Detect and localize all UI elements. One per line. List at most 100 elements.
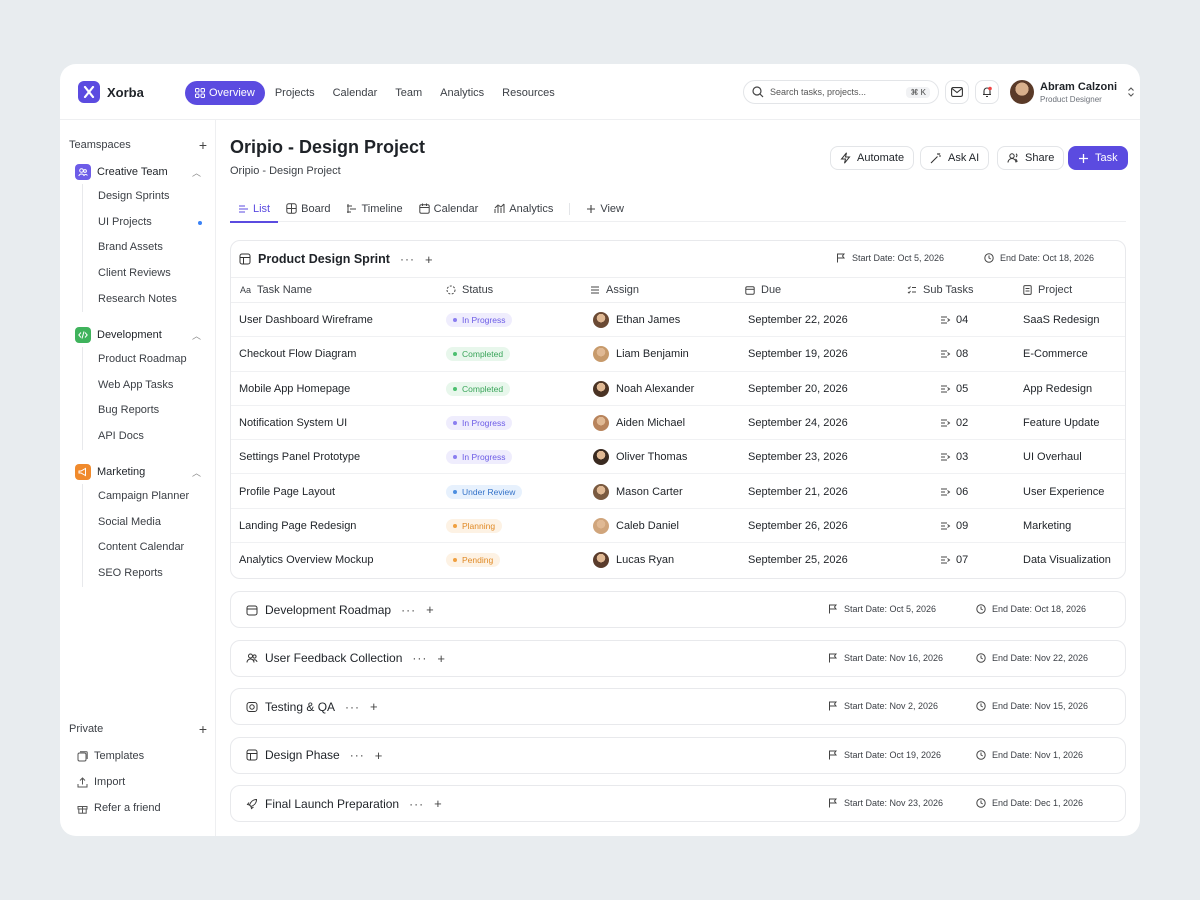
sidebar-item-client-reviews[interactable]: Client Reviews [83, 261, 202, 287]
task-name[interactable]: Notification System UI [239, 406, 347, 440]
sidebar-item-design-sprints[interactable]: Design Sprints [83, 184, 202, 210]
col-task-name[interactable]: Aa Task Name [240, 277, 312, 303]
more-options-icon[interactable]: ··· [400, 252, 415, 266]
ask-ai-button[interactable]: Ask AI [920, 146, 990, 170]
tab-timeline[interactable]: Timeline [338, 196, 410, 222]
automate-button[interactable]: Automate [830, 146, 915, 170]
table-row[interactable]: Checkout Flow Diagram Completed Liam Ben… [231, 337, 1125, 372]
status-badge[interactable]: Completed [446, 381, 511, 396]
more-options-icon[interactable]: ··· [345, 700, 360, 714]
sidebar-item-content-calendar[interactable]: Content Calendar [83, 535, 202, 561]
assignee-cell[interactable]: Ethan James [593, 303, 680, 337]
section-card[interactable]: Final Launch Preparation ··· + Start Dat… [230, 785, 1126, 823]
section-card[interactable]: Design Phase ··· + Start Date: Oct 19, 2… [230, 736, 1126, 774]
assignee-cell[interactable]: Oliver Thomas [593, 440, 687, 474]
status-badge[interactable]: In Progress [446, 450, 513, 465]
task-name[interactable]: Settings Panel Prototype [239, 440, 360, 474]
nav-projects[interactable]: Projects [267, 81, 323, 105]
add-icon[interactable]: + [434, 796, 442, 811]
nav-analytics[interactable]: Analytics [432, 81, 492, 105]
tab-board[interactable]: Board [278, 196, 338, 222]
add-icon[interactable]: + [370, 699, 378, 714]
subtasks-cell[interactable]: 07 [940, 543, 968, 577]
sidebar-item-ui-projects[interactable]: UI Projects [83, 210, 202, 236]
status-cell[interactable]: Completed [446, 372, 511, 406]
status-badge[interactable]: In Progress [446, 313, 513, 327]
task-name[interactable]: Analytics Overview Mockup [239, 543, 374, 577]
mail-button[interactable] [945, 80, 969, 104]
col-project[interactable]: Project [1023, 277, 1072, 303]
add-icon[interactable]: + [426, 602, 434, 617]
task-name[interactable]: User Dashboard Wireframe [239, 303, 373, 337]
task-name[interactable]: Landing Page Redesign [239, 509, 356, 543]
status-badge[interactable]: Completed [446, 347, 511, 362]
status-badge[interactable]: Pending [446, 553, 501, 568]
section-card[interactable]: User Feedback Collection ··· + Start Dat… [230, 639, 1126, 677]
sidebar-item-research-notes[interactable]: Research Notes [83, 287, 202, 313]
assignee-cell[interactable]: Lucas Ryan [593, 543, 674, 577]
status-badge[interactable]: In Progress [446, 415, 513, 430]
sidebar-item-refer[interactable]: Refer a friend [77, 802, 161, 814]
table-row[interactable]: Profile Page Layout Under Review Mason C… [231, 475, 1125, 509]
table-row[interactable]: Notification System UI In Progress Aiden… [231, 406, 1125, 441]
add-view-button[interactable]: View [578, 196, 632, 222]
col-subtasks[interactable]: Sub Tasks [907, 277, 974, 303]
sidebar-item-campaign-planner[interactable]: Campaign Planner [83, 484, 202, 510]
task-name[interactable]: Mobile App Homepage [239, 372, 350, 406]
task-name[interactable]: Profile Page Layout [239, 475, 335, 509]
tab-analytics[interactable]: Analytics [486, 196, 561, 222]
section-card[interactable]: Testing & QA ··· + Start Date: Nov 2, 20… [230, 688, 1126, 726]
sidebar-item-import[interactable]: Import [77, 776, 125, 788]
group-development[interactable]: Development ︿ [75, 327, 201, 343]
subtasks-cell[interactable]: 09 [940, 509, 968, 543]
subtasks-cell[interactable]: 02 [940, 406, 968, 440]
sidebar-item-product-roadmap[interactable]: Product Roadmap [83, 347, 202, 373]
status-cell[interactable]: Completed [446, 337, 511, 371]
status-cell[interactable]: Planning [446, 509, 503, 543]
group-marketing[interactable]: Marketing ︿ [75, 464, 201, 480]
tab-list[interactable]: List [230, 196, 279, 223]
group-creative-team[interactable]: Creative Team ︿ [75, 164, 201, 180]
sidebar-item-social-media[interactable]: Social Media [83, 510, 202, 536]
sidebar-item-templates[interactable]: Templates [77, 750, 144, 762]
status-cell[interactable]: Under Review [446, 475, 523, 509]
add-icon[interactable]: + [437, 651, 445, 666]
status-badge[interactable]: Under Review [446, 484, 523, 499]
assignee-cell[interactable]: Mason Carter [593, 475, 683, 509]
status-cell[interactable]: In Progress [446, 303, 513, 337]
subtasks-cell[interactable]: 03 [940, 440, 968, 474]
tab-calendar[interactable]: Calendar [411, 196, 487, 222]
share-button[interactable]: Share [997, 146, 1065, 170]
search-input[interactable]: Search tasks, projects... ⌘ K [743, 80, 939, 104]
col-assign[interactable]: Assign [590, 277, 639, 303]
status-cell[interactable]: In Progress [446, 406, 513, 440]
table-row[interactable]: User Dashboard Wireframe In Progress Eth… [231, 303, 1125, 338]
table-row[interactable]: Mobile App Homepage Completed Noah Alexa… [231, 372, 1125, 406]
assignee-cell[interactable]: Aiden Michael [593, 406, 685, 440]
user-menu[interactable]: Abram Calzoni Product Designer [1010, 80, 1135, 104]
nav-team[interactable]: Team [387, 81, 430, 105]
assignee-cell[interactable]: Caleb Daniel [593, 509, 679, 543]
add-icon[interactable]: + [375, 748, 383, 763]
more-options-icon[interactable]: ··· [409, 797, 424, 811]
assignee-cell[interactable]: Liam Benjamin [593, 337, 689, 371]
notifications-button[interactable] [975, 80, 999, 104]
nav-resources[interactable]: Resources [494, 81, 563, 105]
status-cell[interactable]: In Progress [446, 440, 513, 474]
col-due[interactable]: Due [745, 277, 781, 303]
add-private-icon[interactable]: + [199, 721, 207, 737]
more-options-icon[interactable]: ··· [401, 603, 416, 617]
sidebar-item-api-docs[interactable]: API Docs [83, 424, 202, 450]
section-card[interactable]: Development Roadmap ··· + Start Date: Oc… [230, 591, 1126, 628]
add-teamspace-icon[interactable]: + [199, 137, 207, 153]
table-row[interactable]: Landing Page Redesign Planning Caleb Dan… [231, 509, 1125, 544]
brand[interactable]: Xorba [78, 81, 144, 103]
more-options-icon[interactable]: ··· [412, 651, 427, 665]
table-row[interactable]: Settings Panel Prototype In Progress Oli… [231, 440, 1125, 475]
assignee-cell[interactable]: Noah Alexander [593, 372, 694, 406]
sidebar-item-web-app-tasks[interactable]: Web App Tasks [83, 373, 202, 399]
subtasks-cell[interactable]: 06 [940, 475, 968, 509]
nav-calendar[interactable]: Calendar [325, 81, 386, 105]
task-name[interactable]: Checkout Flow Diagram [239, 337, 356, 371]
subtasks-cell[interactable]: 05 [940, 372, 968, 406]
